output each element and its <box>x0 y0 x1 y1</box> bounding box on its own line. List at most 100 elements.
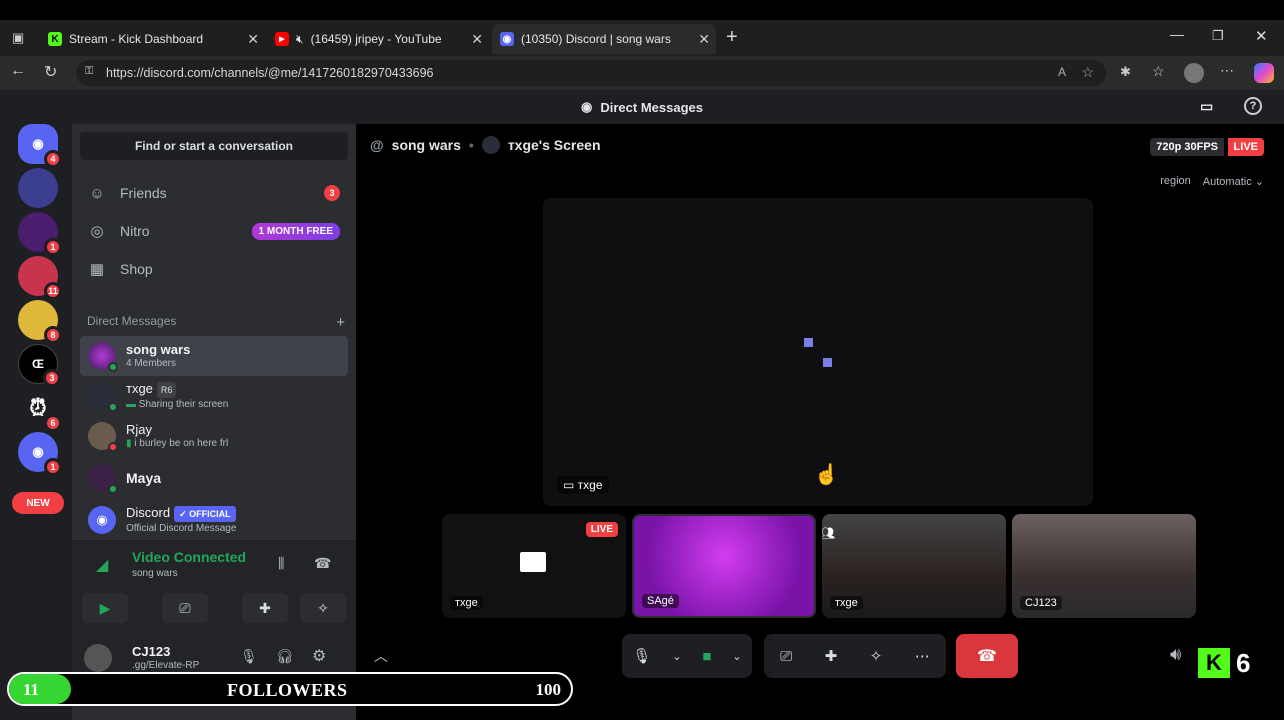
restore-icon[interactable]: ❐ <box>1212 28 1224 44</box>
mic-control[interactable]: 🎙︎ ⌄ ■ ⌄ <box>622 634 752 678</box>
region-label: region <box>1160 175 1191 187</box>
soundboard-button[interactable]: ✧ <box>300 593 346 623</box>
participant-tile[interactable]: LIVE тxge <box>442 514 626 618</box>
tab-actions-icon[interactable]: ▣ <box>12 30 24 46</box>
participant-tile[interactable]: CJ123 <box>1012 514 1196 618</box>
avatar <box>88 382 118 412</box>
activity-button[interactable]: ✚ <box>242 593 288 623</box>
tab-kick[interactable]: K Stream - Kick Dashboard ✕ <box>40 24 265 54</box>
home-button[interactable]: ◉ 4 <box>18 124 62 168</box>
dm-item-maya[interactable]: Maya <box>80 458 348 498</box>
server-icon[interactable] <box>18 168 58 208</box>
streamer-avatar <box>481 136 500 154</box>
server-icon[interactable]: ◉ 1 <box>18 432 62 476</box>
url-input[interactable]: ⚿ https://discord.com/channels/@me/14172… <box>76 60 1106 86</box>
headphones-icon[interactable]: 🎧︎ <box>276 648 294 665</box>
activity-icon[interactable]: ✚ <box>825 647 838 665</box>
server-icon[interactable]: Œ 3 <box>18 344 61 387</box>
participants-icon[interactable]: 👥︎ <box>822 526 835 540</box>
new-badge[interactable]: NEW <box>12 492 64 514</box>
dm-section-header: Direct Messages + <box>87 314 345 331</box>
official-badge: ✓ OFFICIAL <box>174 505 236 522</box>
leave-call-button[interactable]: ☎ <box>956 634 1018 678</box>
close-icon[interactable]: ✕ <box>247 31 259 48</box>
username: CJ123 <box>132 644 171 659</box>
followers-goal: 100 <box>535 680 562 699</box>
close-icon[interactable]: ✕ <box>471 31 483 48</box>
reload-icon[interactable]: ↻ <box>44 62 57 82</box>
unread-badge: 1 <box>44 238 62 256</box>
microphone-icon[interactable]: 🎙︎ <box>240 648 258 665</box>
copilot-icon[interactable] <box>1254 63 1274 83</box>
extensions-icon[interactable]: ✱ <box>1120 64 1131 80</box>
read-aloud-icon[interactable]: A <box>1058 65 1066 79</box>
tab-youtube[interactable]: ▶ 🔇︎ (16459) jripey - YouTube ✕ <box>267 24 489 54</box>
site-info-icon[interactable]: ⚿ <box>85 65 93 78</box>
screen-share-view[interactable]: ▭ тxge <box>543 198 1093 506</box>
participant-name: тxge <box>830 596 863 610</box>
help-icon[interactable]: ? <box>1244 97 1262 115</box>
expand-up-icon[interactable]: ︿ <box>374 646 388 666</box>
window-close-icon[interactable]: ✕ <box>1255 27 1268 45</box>
server-icon[interactable]: 8 <box>18 300 62 344</box>
dm-item-txge[interactable]: тxge R6 ▬ Sharing their screen <box>80 376 348 416</box>
discord-title-bar: ◉ Direct Messages ▭ ? <box>0 90 1284 124</box>
tab-discord[interactable]: ◉ (10350) Discord | song wars ✕ <box>492 24 716 54</box>
avatar <box>88 422 118 452</box>
friends-icon: ☺ <box>89 184 105 202</box>
dm-item-rjay[interactable]: Rjay ▮ i burley be on here frl <box>80 416 348 456</box>
new-tab-icon[interactable]: + <box>726 26 738 49</box>
server-initials-icon: Œ <box>32 357 44 371</box>
participant-tile[interactable]: SAgé <box>632 514 816 618</box>
soundboard-icon[interactable]: ✧ <box>870 647 883 665</box>
inbox-icon[interactable]: ▭ <box>1200 98 1213 115</box>
disconnect-icon[interactable]: ☎ <box>314 555 331 572</box>
server-icon[interactable]: 1 <box>18 212 62 256</box>
activity-controls: ⎚ ✚ ✧ ⋯ <box>764 634 946 678</box>
participant-name: SAgé <box>642 594 679 608</box>
noise-suppression-icon[interactable]: ⫼ <box>278 555 284 572</box>
find-conversation-input[interactable]: Find or start a conversation <box>80 132 348 160</box>
profile-avatar[interactable] <box>1184 63 1204 83</box>
screen-share-title: тxge's Screen <box>507 137 601 153</box>
back-icon[interactable]: ← <box>10 62 26 80</box>
favorite-star-icon[interactable]: ☆ <box>1081 64 1094 81</box>
create-dm-icon[interactable]: + <box>336 314 345 331</box>
server-icon[interactable]: ⏰︎ 6 <box>18 388 62 432</box>
dm-name: song wars <box>126 341 191 357</box>
shop-nav-item[interactable]: ▦ Shop <box>80 252 348 286</box>
dm-item-discord[interactable]: ◉ Discord ✓ OFFICIAL Official Discord Mes… <box>80 500 348 540</box>
tab-title: (16459) jripey - YouTube <box>310 32 442 46</box>
server-icon[interactable]: 11 <box>18 256 62 300</box>
address-bar: ← ↻ ⚿ https://discord.com/channels/@me/1… <box>0 56 1284 90</box>
volume-icon[interactable]: 🔊︎ <box>1170 644 1181 665</box>
camera-button[interactable]: ▶ <box>82 593 128 623</box>
friends-nav-item[interactable]: ☺ Friends 3 <box>80 176 348 210</box>
microphone-icon[interactable]: 🎙︎ <box>632 647 651 665</box>
share-screen-icon[interactable]: ⎚ <box>780 648 792 665</box>
dm-item-song-wars[interactable]: song wars 4 Members <box>80 336 348 376</box>
more-options-icon[interactable]: ⋯ <box>1220 62 1234 79</box>
stream-quality-badge[interactable]: 720p 30FPS <box>1150 138 1224 156</box>
friends-badge: 3 <box>324 185 340 201</box>
settings-gear-icon[interactable]: ⚙ <box>312 646 326 666</box>
region-selector[interactable]: region Automatic ⌄ <box>1160 175 1264 188</box>
voice-channel-name: song wars <box>132 568 178 579</box>
chevron-down-icon[interactable]: ⌄ <box>672 650 681 663</box>
user-avatar[interactable] <box>84 644 112 672</box>
nitro-nav-item[interactable]: ◎ Nitro 1 MONTH FREE <box>80 214 348 248</box>
favorites-icon[interactable]: ☆ <box>1152 63 1165 80</box>
muted-icon[interactable]: 🔇︎ <box>296 32 304 47</box>
chevron-down-icon[interactable]: ⌄ <box>732 650 741 663</box>
participant-tile[interactable]: ⌄ 👥︎ тxge <box>822 514 1006 618</box>
minimize-icon[interactable]: — <box>1170 26 1184 42</box>
close-icon[interactable]: ✕ <box>698 31 710 48</box>
region-value: Automatic <box>1202 176 1252 188</box>
followers-current: 11 <box>23 680 40 699</box>
voice-status-text[interactable]: Video Connected <box>132 549 246 565</box>
dm-subtext: 4 Members <box>126 357 177 369</box>
camera-icon[interactable]: ■ <box>702 648 711 665</box>
more-icon[interactable]: ⋯ <box>915 647 930 665</box>
share-screen-button[interactable]: ⎚ <box>162 593 208 623</box>
server-rail: ◉ 4 1 11 8 Œ 3 ⏰︎ 6 ◉ 1 NEW <box>0 124 72 720</box>
